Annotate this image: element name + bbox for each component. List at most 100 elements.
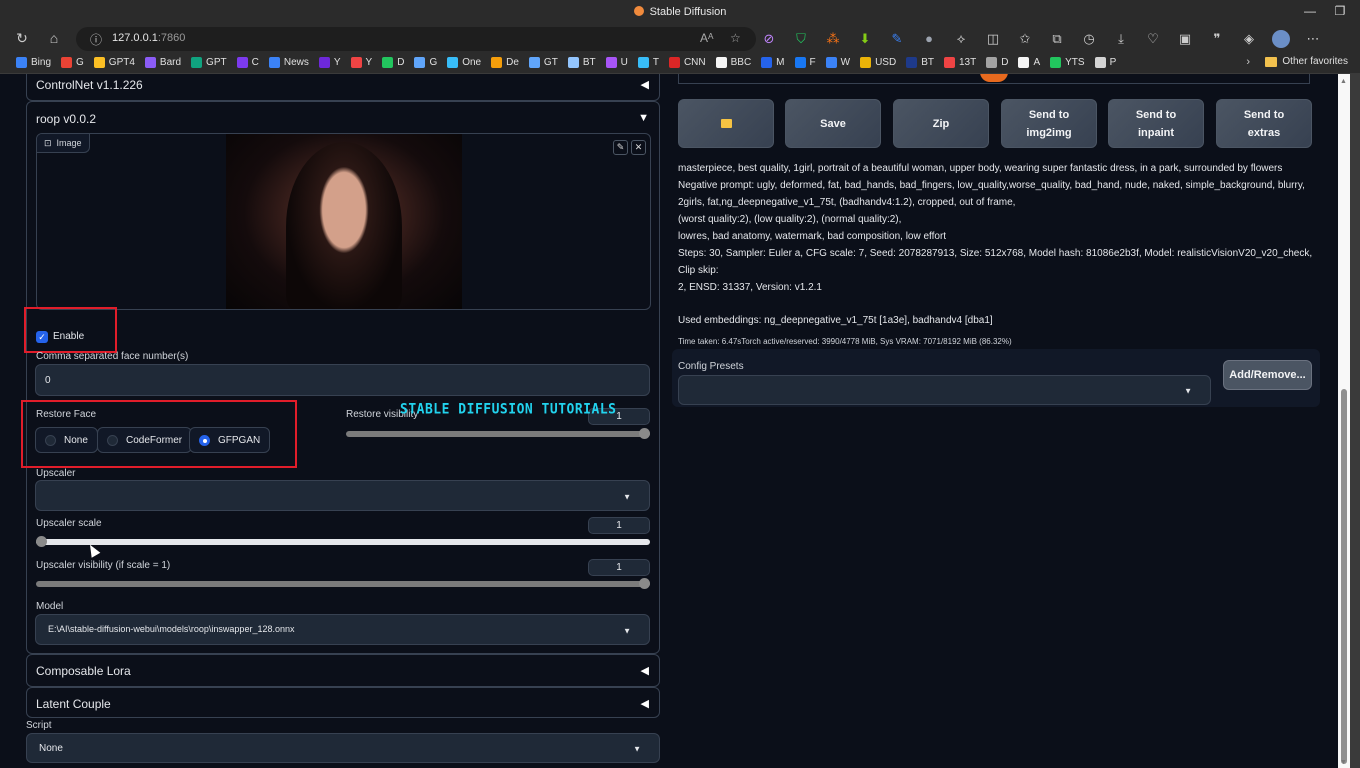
collections-icon[interactable]: ⧉ xyxy=(1048,30,1066,48)
more-bookmarks-chevron-icon[interactable]: › xyxy=(1246,56,1250,68)
extensions-puzzle-icon[interactable]: ⟡ xyxy=(952,30,970,48)
slider-thumb[interactable] xyxy=(639,428,650,439)
favorite-star-icon[interactable]: ☆ xyxy=(730,31,741,45)
send-to-inpaint-button[interactable]: Send to inpaint xyxy=(1108,99,1204,148)
controlnet-accordion[interactable]: ControlNet v1.1.226 ◀ xyxy=(26,74,660,101)
extension-block-icon[interactable]: ⊘ xyxy=(760,30,778,48)
upscaler-visibility-slider[interactable] xyxy=(36,578,650,589)
collapsed-arrow-icon[interactable]: ◀ xyxy=(641,697,649,710)
bookmark-item[interactable]: GPT4 xyxy=(93,57,135,68)
split-screen-icon[interactable]: ◫ xyxy=(984,30,1002,48)
upscaler-dropdown[interactable]: ▼ xyxy=(35,480,650,511)
slider-thumb[interactable] xyxy=(36,536,47,547)
scroll-down-arrow-icon[interactable]: ▼ xyxy=(1340,759,1347,766)
send-to-img2img-button[interactable]: Send to img2img xyxy=(1001,99,1097,148)
bookmark-item[interactable]: T xyxy=(637,57,659,68)
screenshot-icon[interactable]: ▣ xyxy=(1176,30,1194,48)
other-favorites-folder[interactable]: Other favorites xyxy=(1265,56,1348,67)
history-icon[interactable]: ◷ xyxy=(1080,30,1098,48)
add-remove-presets-button[interactable]: Add/Remove... xyxy=(1223,360,1312,390)
save-button[interactable]: Save xyxy=(785,99,881,148)
bookmark-item[interactable]: F xyxy=(794,57,816,68)
downloads-icon[interactable]: ⤓ xyxy=(1112,30,1130,48)
bookmark-item[interactable]: Y xyxy=(350,57,372,68)
home-icon[interactable]: ⌂ xyxy=(45,30,63,46)
bookmark-item[interactable]: Y xyxy=(318,57,341,68)
upscaler-visibility-number[interactable]: 1 xyxy=(588,559,650,576)
bookmark-item[interactable]: W xyxy=(825,57,850,68)
restore-face-option-gfpgan[interactable]: GFPGAN xyxy=(189,427,271,453)
bookmark-item[interactable]: D xyxy=(382,57,404,68)
bookmark-item[interactable]: Bing xyxy=(16,57,51,68)
bookmark-item[interactable]: M xyxy=(761,57,785,68)
restore-face-option-codeformer[interactable]: CodeFormer xyxy=(97,427,193,453)
bookmarks-bar: Bing G GPT4 Bard GPT C News Y Y D G One De GT BT U T CNN B… xyxy=(0,52,1360,74)
browser-essentials-icon[interactable]: ♡ xyxy=(1144,30,1162,48)
bookmark-favicon-icon xyxy=(1050,57,1062,68)
site-info-icon[interactable]: ⓘ xyxy=(90,31,102,48)
profile-avatar-icon[interactable] xyxy=(1272,30,1290,48)
page-scrollbar[interactable]: ▲ ▼ xyxy=(1338,74,1350,768)
model-dropdown[interactable]: E:\AI\stable-diffusion-webui\models\roop… xyxy=(35,614,650,645)
restore-face-option-none[interactable]: None xyxy=(35,427,98,453)
bookmark-item[interactable]: USD xyxy=(860,57,896,68)
bookmark-favicon-icon xyxy=(860,57,872,68)
edit-image-icon[interactable]: ✎ xyxy=(613,140,628,155)
refresh-icon[interactable]: ↻ xyxy=(13,30,31,47)
config-presets-dropdown[interactable]: ▼ xyxy=(678,375,1211,405)
extension-shield-icon[interactable]: ⛉ xyxy=(792,30,810,48)
read-aloud-icon[interactable]: Aᴬ xyxy=(700,31,713,45)
bookmark-item[interactable]: G xyxy=(414,57,437,68)
clear-image-icon[interactable]: ✕ xyxy=(631,140,646,155)
bookmark-item[interactable]: Bard xyxy=(144,57,181,68)
slider-thumb[interactable] xyxy=(639,578,650,589)
extension-dots-icon[interactable]: ⁂ xyxy=(824,30,842,48)
extension-circle-icon[interactable]: ● xyxy=(920,30,938,48)
bookmark-item[interactable]: GT xyxy=(528,57,558,68)
face-numbers-input[interactable]: 0 xyxy=(35,364,650,396)
info-line: (worst quality:2), (low quality:2), (nor… xyxy=(678,214,902,225)
latent-couple-accordion[interactable]: Latent Couple ◀ xyxy=(26,687,660,718)
bookmark-item[interactable]: U xyxy=(605,57,628,68)
upscaler-scale-slider[interactable] xyxy=(36,536,650,547)
more-menu-icon[interactable]: ⋯ xyxy=(1304,30,1322,48)
script-dropdown[interactable]: None ▼ xyxy=(26,733,660,763)
bookmark-favicon-icon xyxy=(61,57,73,68)
restore-visibility-slider[interactable] xyxy=(346,428,650,439)
minimize-button[interactable]: — xyxy=(1300,4,1320,18)
composable-lora-accordion[interactable]: Composable Lora ◀ xyxy=(26,654,660,687)
bookmark-item[interactable]: BT xyxy=(567,57,596,68)
collapsed-arrow-icon[interactable]: ◀ xyxy=(641,664,649,677)
zip-button[interactable]: Zip xyxy=(893,99,989,148)
bookmark-item[interactable]: G xyxy=(61,57,84,68)
address-bar[interactable]: ⓘ 127.0.0.1:7860 Aᴬ ☆ xyxy=(76,27,756,51)
bookmark-item[interactable]: C xyxy=(236,57,259,68)
bookmark-item[interactable]: D xyxy=(986,57,1008,68)
send-to-extras-button[interactable]: Send to extras xyxy=(1216,99,1312,148)
bookmark-item[interactable]: De xyxy=(491,57,519,68)
restore-button[interactable]: ❐ xyxy=(1330,4,1350,18)
extension-pen-icon[interactable]: ✎ xyxy=(888,30,906,48)
bookmark-item[interactable]: GPT xyxy=(191,57,227,68)
bookmark-item[interactable]: A xyxy=(1018,57,1040,68)
bookmark-item[interactable]: BBC xyxy=(715,57,751,68)
expanded-arrow-icon[interactable]: ▼ xyxy=(638,112,649,124)
bookmark-item[interactable]: BT xyxy=(906,57,934,68)
quote-icon[interactable]: ❞ xyxy=(1208,30,1226,48)
bookmark-item[interactable]: YTS xyxy=(1050,57,1085,68)
scrollbar-thumb[interactable] xyxy=(1341,389,1347,764)
bookmark-item[interactable]: P xyxy=(1094,57,1116,68)
copilot-icon[interactable]: ◈ xyxy=(1240,30,1258,48)
scroll-up-arrow-icon[interactable]: ▲ xyxy=(1340,78,1347,85)
upscaler-scale-number[interactable]: 1 xyxy=(588,517,650,534)
favorites-icon[interactable]: ✩ xyxy=(1016,30,1034,48)
collapsed-arrow-icon[interactable]: ◀ xyxy=(641,78,649,91)
bookmark-item[interactable]: CNN xyxy=(668,57,706,68)
bookmark-item[interactable]: News xyxy=(268,57,309,68)
bookmark-item[interactable]: One xyxy=(447,57,481,68)
source-image-upload[interactable]: ⊡ Image ✎ ✕ xyxy=(36,133,651,310)
open-folder-button[interactable] xyxy=(678,99,774,148)
extension-download-icon[interactable]: ⬇ xyxy=(856,30,874,48)
bookmark-favicon-icon xyxy=(491,57,503,68)
bookmark-item[interactable]: 13T xyxy=(943,57,976,68)
